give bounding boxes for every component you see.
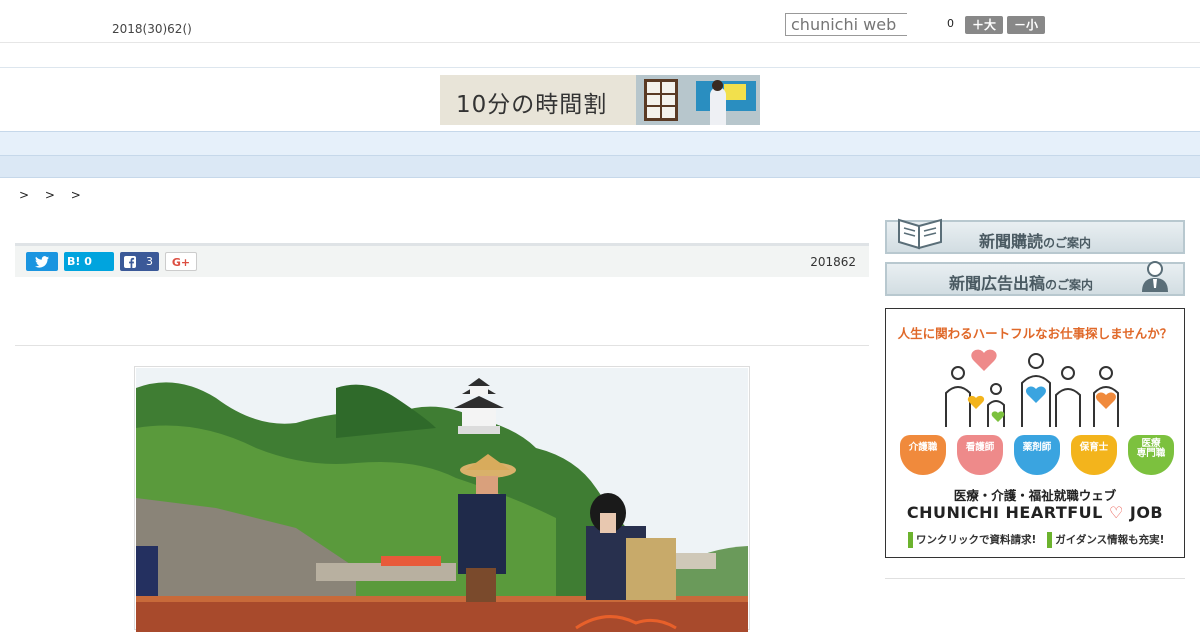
- subscription-label: 新聞購読のご案内: [887, 228, 1183, 252]
- newspaper-ad-button[interactable]: 新聞広告出稿のご案内: [885, 261, 1185, 296]
- heart-badge-5: 医療 専門職: [1128, 435, 1174, 475]
- font-larger-button[interactable]: ＋大: [965, 16, 1003, 34]
- global-nav: [0, 131, 1200, 156]
- breadcrumb[interactable]: > > >: [19, 188, 87, 202]
- heart-badge-2: 看護師: [957, 435, 1003, 475]
- twitter-icon: [35, 256, 49, 268]
- person-icon: [1142, 261, 1168, 292]
- hatena-icon: B!: [67, 255, 81, 268]
- job-ad-tag-2: ガイダンス情報も充実!: [1055, 534, 1165, 546]
- top-bar: 2018(30)62() 0 ＋大 －小: [0, 0, 1200, 43]
- job-ad-brand-text: CHUNICHI HEARTFUL: [906, 503, 1103, 522]
- hatena-bookmark-button[interactable]: B! 0: [64, 252, 114, 271]
- font-size-value: 0: [947, 17, 954, 30]
- font-smaller-button[interactable]: －小: [1007, 16, 1045, 34]
- family-icon: [945, 349, 1119, 427]
- promo-banner[interactable]: 10分の時間割: [440, 75, 760, 125]
- photo-illustration: [136, 368, 748, 632]
- job-ad-brand-suffix: JOB: [1129, 503, 1164, 522]
- job-ad-tag-1: ワンクリックで資料請求!: [916, 534, 1037, 546]
- article-photo: [134, 366, 750, 632]
- search-input[interactable]: [785, 13, 907, 36]
- sub-nav: [0, 156, 1200, 178]
- sidebar-divider: [885, 578, 1185, 579]
- heart-badge-3: 薬剤師: [1014, 435, 1060, 475]
- article-date: 201862: [810, 255, 856, 269]
- newspaper-ad-label: 新聞広告出稿のご案内: [873, 270, 1169, 294]
- header-band: [0, 43, 1200, 68]
- newspaper-ad-main-text: 新聞広告出稿: [948, 274, 1045, 293]
- job-ad-brand: CHUNICHI HEARTFUL ♡ JOB: [886, 503, 1184, 522]
- heart-badge-4: 保育士: [1071, 435, 1117, 475]
- tag-marker-1: [908, 532, 913, 548]
- banner-text: 10分の時間割: [456, 92, 608, 118]
- job-ad-title: 医療・介護・福祉就職ウェブ: [953, 488, 1117, 503]
- facebook-count: 3: [146, 255, 153, 268]
- facebook-icon: [124, 256, 136, 268]
- facebook-share-button[interactable]: 3: [120, 252, 159, 271]
- tag-marker-2: [1047, 532, 1053, 548]
- job-ad-tags: ワンクリックで資料請求! ガイダンス情報も充実!: [908, 532, 1164, 548]
- header-date: 2018(30)62(): [112, 22, 192, 36]
- newspaper-ad-sub-text: のご案内: [1045, 278, 1094, 292]
- subscription-sub-text: のご案内: [1043, 236, 1092, 250]
- job-ad-headline: 人生に関わるハートフルなお仕事探しませんか？: [897, 326, 1173, 341]
- job-ad[interactable]: 人生に関わるハートフルなお仕事探しませんか？ 介護職 看護師 薬剤師 保育士 医…: [885, 308, 1185, 558]
- hatena-count: 0: [84, 255, 92, 268]
- heart-icon: ♡: [1108, 503, 1124, 522]
- subscription-main-text: 新聞購読: [978, 232, 1043, 251]
- banner-image: [636, 75, 760, 125]
- google-plus-share-button[interactable]: G+: [165, 252, 197, 271]
- twitter-share-button[interactable]: [26, 252, 58, 271]
- newspaper-subscription-button[interactable]: 新聞購読のご案内: [885, 218, 1185, 254]
- share-bar: B! 0 3 G+ 201862: [15, 243, 869, 277]
- divider: [15, 345, 869, 346]
- heart-badge-1: 介護職: [900, 435, 946, 475]
